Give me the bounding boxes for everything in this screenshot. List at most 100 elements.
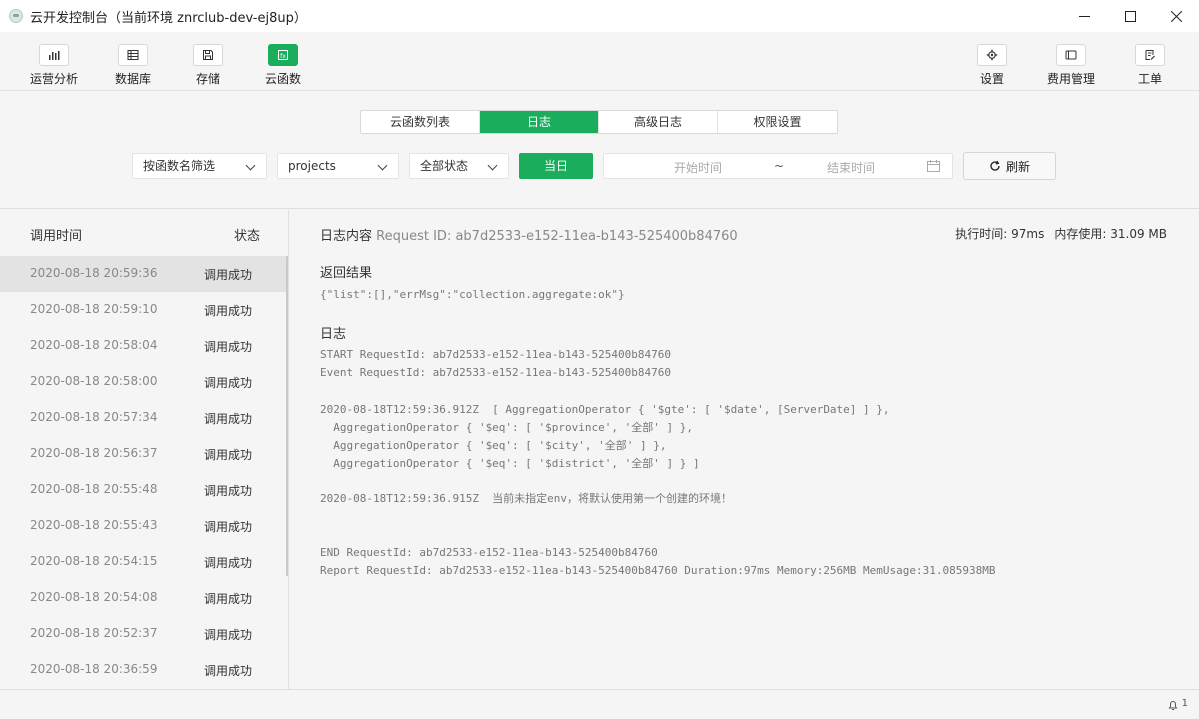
execution-stats: 执行时间: 97ms 内存使用: 31.09 MB xyxy=(955,225,1167,242)
tab-bar: 云函数列表 日志 高级日志 权限设置 xyxy=(360,110,838,134)
log-row[interactable]: 2020-08-18 20:55:48 调用成功 xyxy=(0,472,286,508)
range-separator: ~ xyxy=(774,159,785,173)
function-name-select[interactable]: projects xyxy=(277,153,399,179)
bell-icon[interactable] xyxy=(1167,699,1179,711)
toolbar-analytics[interactable]: 运营分析 xyxy=(24,44,84,87)
window-controls xyxy=(1061,0,1199,32)
log-time: 2020-08-18 20:57:34 xyxy=(30,410,158,424)
log-row[interactable]: 2020-08-18 20:54:08 调用成功 xyxy=(0,580,286,616)
execution-time: 执行时间: 97ms xyxy=(955,227,1045,241)
log-status: 调用成功 xyxy=(204,376,253,390)
log-body: 2020-08-18T12:59:36.912Z [ AggregationOp… xyxy=(320,403,890,470)
log-content-label: 日志内容 xyxy=(320,229,373,244)
function-icon: fx xyxy=(268,44,298,66)
end-time-input[interactable]: 结束时间 xyxy=(827,159,875,176)
log-row[interactable]: 2020-08-18 20:58:04 调用成功 xyxy=(0,328,286,364)
tab-logs[interactable]: 日志 xyxy=(480,111,599,133)
column-header-status: 状态 xyxy=(234,229,261,244)
filter-bar: 按函数名筛选 projects 全部状态 当日 开始时间 ~ 结束时间 刷新 xyxy=(0,152,1199,181)
log-list: 2020-08-18 20:59:36 调用成功 2020-08-18 20:59… xyxy=(0,256,286,688)
maximize-button[interactable] xyxy=(1107,0,1153,32)
log-status: 调用成功 xyxy=(204,628,253,642)
toolbar-database[interactable]: 数据库 xyxy=(103,44,163,87)
start-time-input[interactable]: 开始时间 xyxy=(674,159,722,176)
log-time: 2020-08-18 20:55:48 xyxy=(30,482,158,496)
result-body: {"list":[],"errMsg":"collection.aggregat… xyxy=(320,288,625,301)
log-time: 2020-08-18 20:56:37 xyxy=(30,446,158,460)
refresh-button[interactable]: 刷新 xyxy=(963,152,1056,180)
memory-usage: 内存使用: 31.09 MB xyxy=(1054,227,1167,241)
maximize-icon xyxy=(1124,10,1136,22)
toolbar-label: 工单 xyxy=(1137,72,1162,86)
control-area: 云函数列表 日志 高级日志 权限设置 按函数名筛选 projects 全部状态 … xyxy=(0,92,1199,209)
log-time: 2020-08-18 20:52:37 xyxy=(30,626,158,640)
log-time: 2020-08-18 20:55:43 xyxy=(30,518,158,532)
log-list-header: 调用时间 状态 xyxy=(0,210,288,256)
toolbar-storage[interactable]: 存储 xyxy=(178,44,238,87)
log-row[interactable]: 2020-08-18 20:58:00 调用成功 xyxy=(0,364,286,400)
log-row[interactable]: 2020-08-18 20:56:37 调用成功 xyxy=(0,436,286,472)
log-row[interactable]: 2020-08-18 20:55:43 调用成功 xyxy=(0,508,286,544)
status-select[interactable]: 全部状态 xyxy=(409,153,509,179)
log-row[interactable]: 2020-08-18 20:54:15 调用成功 xyxy=(0,544,286,580)
log-time: 2020-08-18 20:36:59 xyxy=(30,662,158,676)
log-status: 调用成功 xyxy=(204,664,253,678)
log-status: 调用成功 xyxy=(204,268,253,282)
toolbar-label: 设置 xyxy=(979,72,1004,86)
toolbar-label: 存储 xyxy=(195,72,220,86)
notification-count: 1 xyxy=(1181,698,1188,709)
log-time: 2020-08-18 20:59:36 xyxy=(30,266,158,280)
date-range-picker[interactable]: 开始时间 ~ 结束时间 xyxy=(603,153,953,179)
log-row[interactable]: 2020-08-18 20:59:10 调用成功 xyxy=(0,292,286,328)
log-status: 调用成功 xyxy=(204,520,253,534)
refresh-label: 刷新 xyxy=(1005,159,1030,174)
window-title: 云开发控制台（当前环境 znrclub-dev-ej8up） xyxy=(30,10,307,26)
toolbar-label: 运营分析 xyxy=(29,72,78,86)
toolbar-cloud-functions[interactable]: fx 云函数 xyxy=(253,44,313,87)
status-value: 全部状态 xyxy=(420,159,469,173)
close-icon xyxy=(1170,10,1182,22)
refresh-icon xyxy=(990,160,1000,171)
request-id: Request ID: ab7d2533-e152-11ea-b143-5254… xyxy=(376,229,738,244)
tab-advanced-logs[interactable]: 高级日志 xyxy=(599,111,718,133)
billing-icon xyxy=(1056,44,1086,66)
log-status: 调用成功 xyxy=(204,304,253,318)
toolbar-settings[interactable]: 设置 xyxy=(962,44,1022,87)
toolbar-label: 费用管理 xyxy=(1046,72,1095,86)
column-header-time: 调用时间 xyxy=(30,229,83,244)
minimize-button[interactable] xyxy=(1061,0,1107,32)
log-detail-panel: 日志内容 Request ID: ab7d2533-e152-11ea-b143… xyxy=(290,210,1199,689)
log-time: 2020-08-18 20:54:15 xyxy=(30,554,158,568)
log-status: 调用成功 xyxy=(204,484,253,498)
log-list-scrollbar[interactable] xyxy=(286,256,288,576)
log-time: 2020-08-18 20:58:04 xyxy=(30,338,158,352)
toolbar-billing[interactable]: 费用管理 xyxy=(1041,44,1101,87)
calendar-icon xyxy=(927,160,940,172)
log-detail-header: 日志内容 Request ID: ab7d2533-e152-11ea-b143… xyxy=(320,225,738,244)
title-bar: 云开发控制台（当前环境 znrclub-dev-ej8up） xyxy=(0,0,1199,32)
tab-function-list[interactable]: 云函数列表 xyxy=(361,111,480,133)
log-row[interactable]: 2020-08-18 20:57:34 调用成功 xyxy=(0,400,286,436)
toolbar-label: 云函数 xyxy=(264,72,301,86)
log-row[interactable]: 2020-08-18 20:36:59 调用成功 xyxy=(0,652,286,688)
close-button[interactable] xyxy=(1153,0,1199,32)
toolbar-ticket[interactable]: 工单 xyxy=(1120,44,1180,87)
bar-chart-icon xyxy=(39,44,69,66)
function-name-value: projects xyxy=(288,159,336,173)
minimize-icon xyxy=(1078,15,1090,17)
function-filter-select[interactable]: 按函数名筛选 xyxy=(132,153,267,179)
log-time: 2020-08-18 20:59:10 xyxy=(30,302,158,316)
gear-icon xyxy=(977,44,1007,66)
log-status: 调用成功 xyxy=(204,340,253,354)
database-icon xyxy=(118,44,148,66)
svg-text:fx: fx xyxy=(280,53,286,60)
function-filter-label: 按函数名筛选 xyxy=(143,159,216,173)
chevron-down-icon xyxy=(487,160,498,171)
log-row[interactable]: 2020-08-18 20:52:37 调用成功 xyxy=(0,616,286,652)
today-button[interactable]: 当日 xyxy=(519,153,593,179)
chevron-down-icon xyxy=(245,160,256,171)
tab-permissions[interactable]: 权限设置 xyxy=(718,111,837,133)
log-row[interactable]: 2020-08-18 20:59:36 调用成功 xyxy=(0,256,286,292)
app-logo-icon xyxy=(9,9,23,23)
result-title: 返回结果 xyxy=(320,266,373,281)
